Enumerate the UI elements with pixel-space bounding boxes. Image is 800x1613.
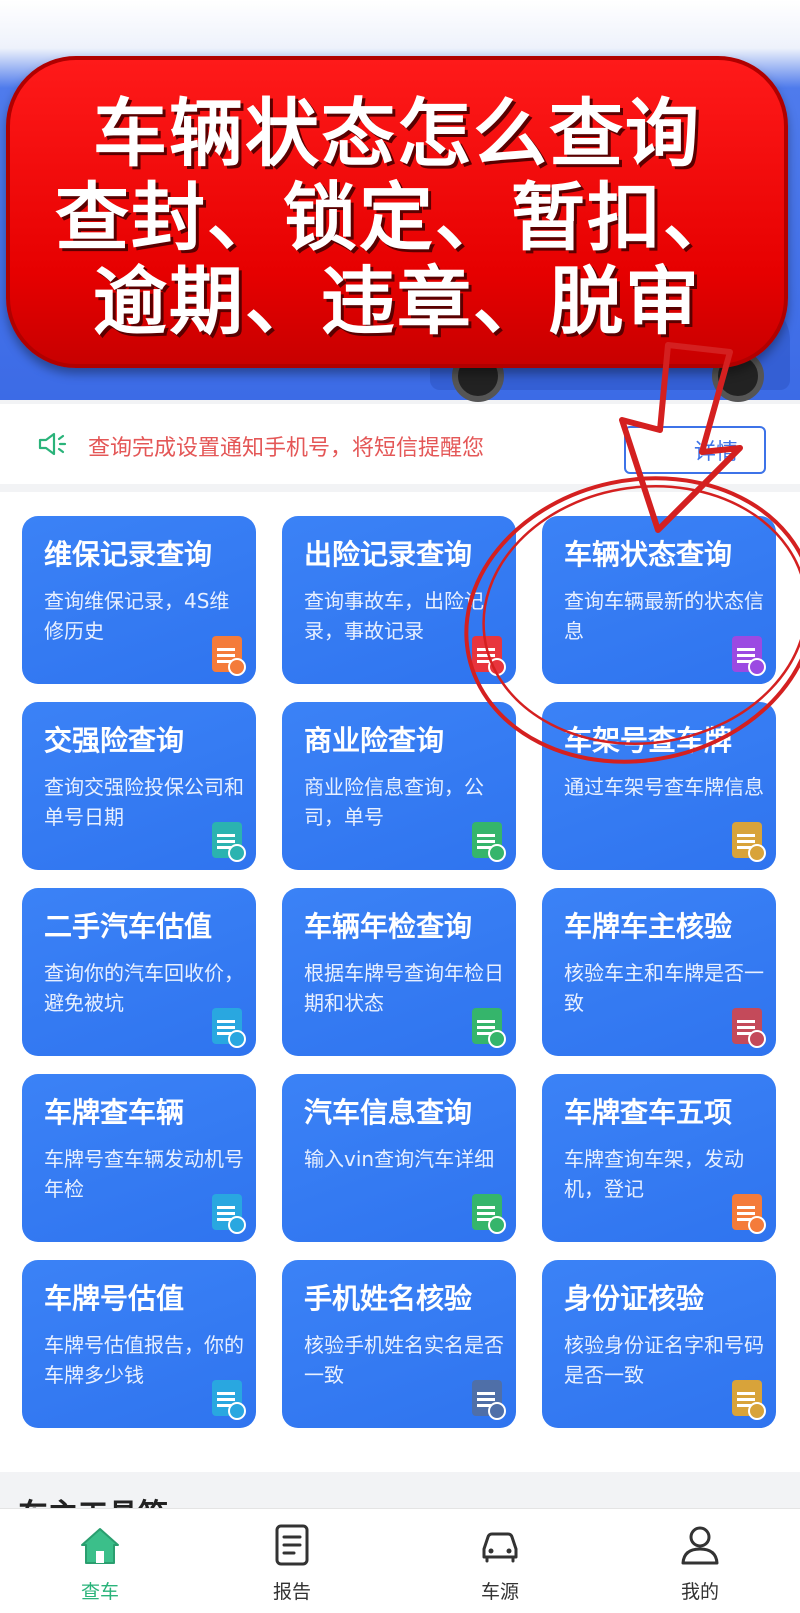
tab-label: 车源: [480, 1581, 519, 1603]
card-maintenance-record[interactable]: 维保记录查询 查询维保记录，4S维修历史: [22, 516, 256, 684]
card-id-verify[interactable]: 身份证核验 核验身份证名字和号码是否一致: [542, 1260, 776, 1428]
card-vin-to-plate[interactable]: 车架号查车牌 通过车架号查车牌信息: [542, 702, 776, 870]
card-compulsory-insurance[interactable]: 交强险查询 查询交强险投保公司和单号日期: [22, 702, 256, 870]
card-plate-owner-verify[interactable]: 车牌车主核验 核验车主和车牌是否一致: [542, 888, 776, 1056]
car-icon: [482, 1532, 518, 1563]
detail-button[interactable]: 详情: [624, 426, 766, 474]
user-icon: [681, 1526, 719, 1565]
notice-bar: 查询完成设置通知手机号，将短信提醒您 详情: [0, 404, 800, 484]
service-grid: 维保记录查询 查询维保记录，4S维修历史 出险记录查询 查询事故车，出险记录，事…: [0, 492, 800, 1472]
banner-line-3: 逾期、违章、脱审: [93, 259, 701, 345]
card-description: 通过车架号查车牌信息: [564, 775, 764, 799]
card-vehicle-status[interactable]: 车辆状态查询 查询车辆最新的状态信息: [542, 516, 776, 684]
report-badge-icon: [472, 822, 506, 862]
card-title: 车辆年检查询: [304, 910, 473, 943]
tab-mine[interactable]: 我的: [640, 1519, 760, 1609]
tab-label: 查车: [80, 1581, 119, 1603]
report-badge-icon: [212, 822, 246, 862]
speaker-icon: [38, 432, 67, 456]
report-badge-icon: [732, 1194, 766, 1234]
bottom-tab-bar: 查车 报告 车源 我的: [0, 1508, 800, 1613]
report-badge-icon: [212, 1008, 246, 1048]
card-title: 交强险查询: [44, 724, 185, 757]
report-icon: [275, 1524, 309, 1566]
card-commercial-insurance[interactable]: 商业险查询 商业险信息查询，公司，单号: [282, 702, 516, 870]
report-badge-icon: [212, 1380, 246, 1420]
card-title: 维保记录查询: [44, 538, 213, 571]
report-badge-icon: [212, 636, 246, 676]
notice-text: 查询完成设置通知手机号，将短信提醒您: [88, 436, 485, 461]
card-used-car-valuation[interactable]: 二手汽车估值 查询你的汽车回收价，避免被坑: [22, 888, 256, 1056]
card-title: 车牌号估值: [44, 1282, 185, 1315]
card-title: 二手汽车估值: [44, 910, 213, 943]
report-badge-icon: [732, 1380, 766, 1420]
card-annual-inspection[interactable]: 车辆年检查询 根据车牌号查询年检日期和状态: [282, 888, 516, 1056]
card-title: 车牌查车辆: [44, 1096, 185, 1129]
card-plate-to-vehicle[interactable]: 车牌查车辆 车牌号查车辆发动机号年检: [22, 1074, 256, 1242]
card-title: 车架号查车牌: [564, 724, 733, 757]
card-description: 输入vin查询汽车详细: [304, 1147, 495, 1171]
home-icon: [81, 1528, 119, 1564]
report-badge-icon: [472, 1008, 506, 1048]
report-badge-icon: [732, 1008, 766, 1048]
card-title: 车牌车主核验: [564, 910, 733, 943]
card-title: 汽车信息查询: [304, 1096, 473, 1129]
card-title: 出险记录查询: [304, 538, 473, 571]
tab-report[interactable]: 报告: [232, 1519, 352, 1609]
card-accident-record[interactable]: 出险记录查询 查询事故车，出险记录，事故记录: [282, 516, 516, 684]
card-title: 手机姓名核验: [304, 1282, 473, 1315]
card-plate-five-items[interactable]: 车牌查车五项 车牌查询车架，发动机，登记: [542, 1074, 776, 1242]
report-badge-icon: [732, 822, 766, 862]
card-title: 车辆状态查询: [564, 538, 733, 571]
report-badge-icon: [472, 1194, 506, 1234]
banner-line-2: 查封、锁定、暂扣、: [55, 175, 739, 261]
banner-line-1: 车辆状态怎么查询: [93, 91, 701, 177]
report-badge-icon: [212, 1194, 246, 1234]
card-title: 身份证核验: [564, 1282, 705, 1315]
card-title: 商业险查询: [304, 724, 445, 757]
promo-banner: 车辆状态怎么查询 查封、锁定、暂扣、 逾期、违章、脱审: [6, 56, 788, 368]
report-badge-icon: [472, 636, 506, 676]
tab-label: 我的: [680, 1581, 719, 1603]
tab-label: 报告: [272, 1581, 311, 1603]
card-car-info[interactable]: 汽车信息查询 输入vin查询汽车详细: [282, 1074, 516, 1242]
card-phone-name-verify[interactable]: 手机姓名核验 核验手机姓名实名是否一致: [282, 1260, 516, 1428]
tab-check-car[interactable]: 查车: [40, 1519, 160, 1609]
card-title: 车牌查车五项: [564, 1096, 733, 1129]
report-badge-icon: [472, 1380, 506, 1420]
report-badge-icon: [732, 636, 766, 676]
card-plate-valuation[interactable]: 车牌号估值 车牌号估值报告，你的车牌多少钱: [22, 1260, 256, 1428]
tab-car-source[interactable]: 车源: [440, 1519, 560, 1609]
